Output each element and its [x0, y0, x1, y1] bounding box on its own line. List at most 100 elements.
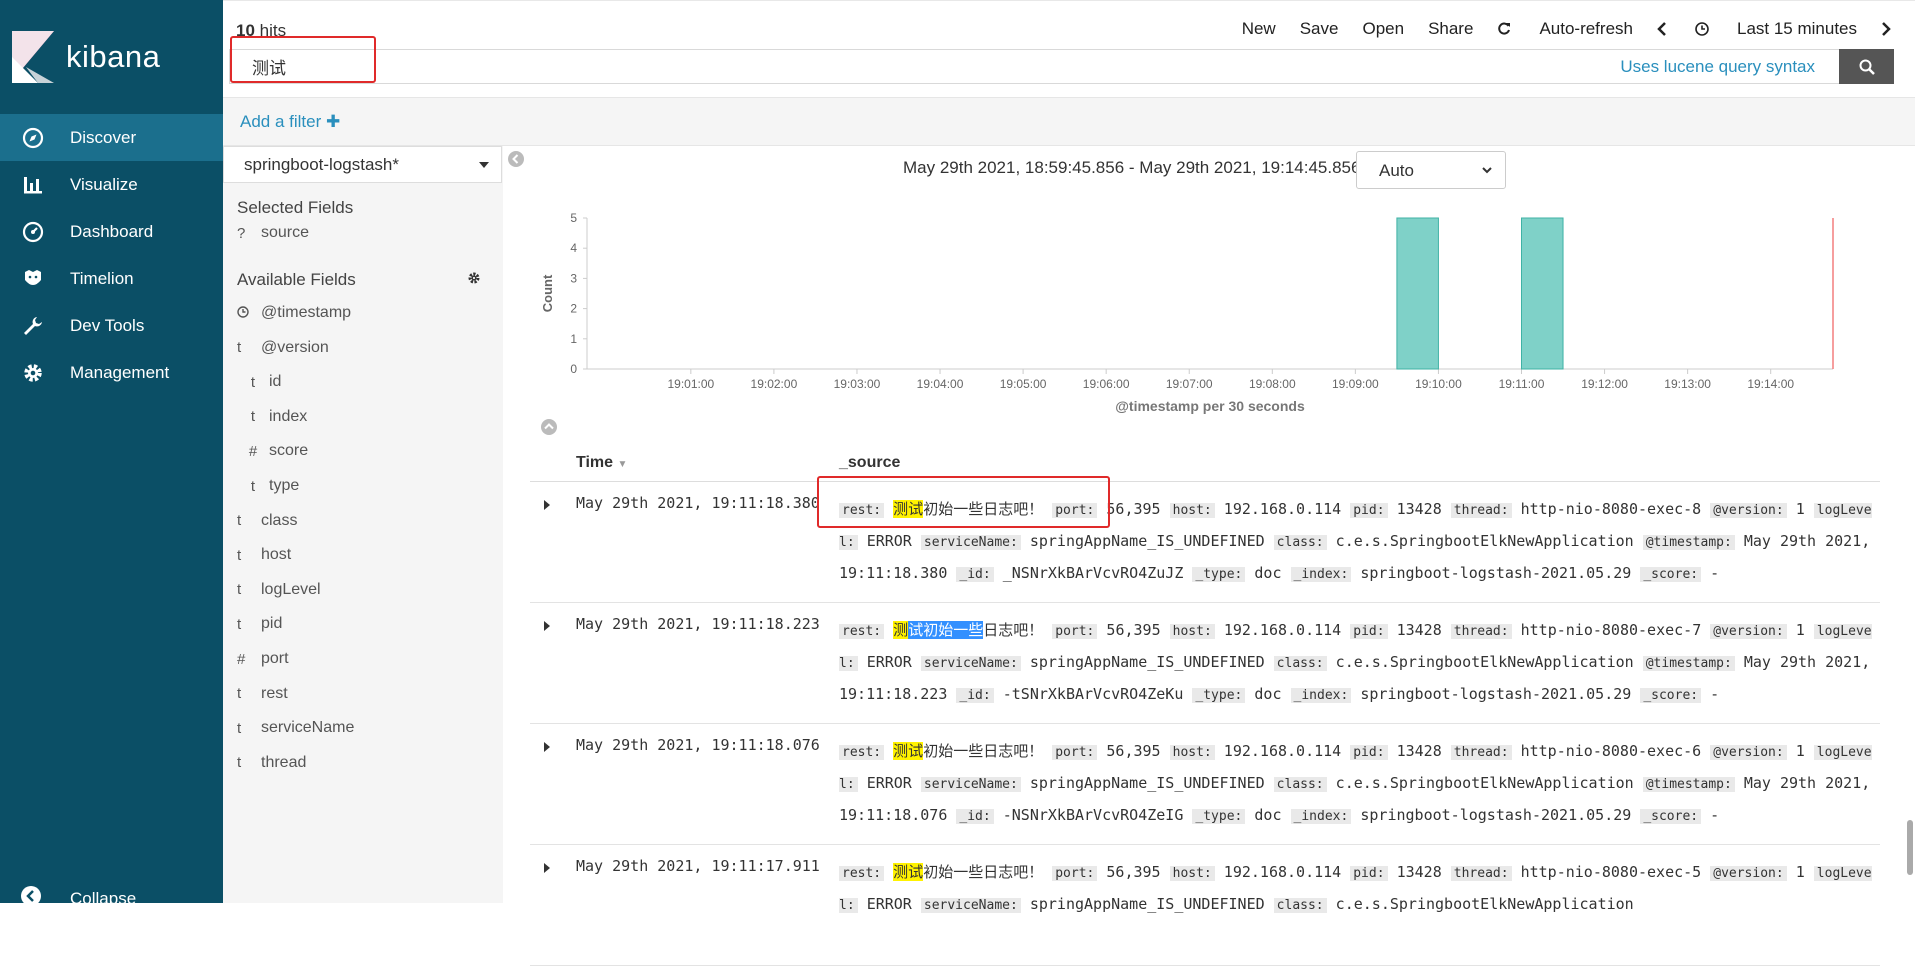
table-row: May 29th 2021, 19:11:17.911 rest: 测试初始一些日… [530, 845, 1880, 966]
time-prev-button[interactable] [1657, 19, 1671, 39]
source-value-index: springboot-logstash-2021.05.29 [1360, 806, 1632, 824]
row-time: May 29th 2021, 19:11:18.076 [576, 736, 820, 754]
query-bar: Uses lucene query syntax [229, 49, 1894, 84]
source-key: @version: [1710, 866, 1787, 881]
source-value-port: 56,395 [1106, 742, 1161, 760]
nav-item-discover[interactable]: Discover [0, 114, 223, 161]
field-name: logLevel [261, 580, 321, 598]
auto-refresh-label: Auto-refresh [1539, 19, 1633, 38]
vertical-scrollbar[interactable] [1907, 820, 1913, 875]
kibana-logo[interactable]: kibana [0, 0, 223, 114]
source-key: _id: [956, 809, 994, 824]
field-port[interactable]: # port [237, 647, 289, 671]
nav-item-visualize[interactable]: Visualize [0, 161, 223, 208]
timelion-icon [20, 267, 46, 291]
field-name: score [269, 442, 309, 460]
field-sidebar: springboot-logstash* Selected Fields ? so… [223, 146, 503, 903]
source-value-servicename: springAppName_IS_UNDEFINED [1029, 532, 1265, 550]
source-key: class: [1273, 777, 1327, 792]
x-tick-label: 19:03:00 [834, 377, 881, 391]
filter-bar: Add a filter ✚ [223, 97, 1915, 146]
auto-refresh-button[interactable]: Auto-refresh [1497, 19, 1633, 39]
source-value-servicename: springAppName_IS_UNDEFINED [1029, 653, 1265, 671]
nav-item-timelion[interactable]: Timelion [0, 255, 223, 302]
time-picker-label: Last 15 minutes [1736, 19, 1857, 38]
nav-item-dashboard[interactable]: Dashboard [0, 208, 223, 255]
source-column-header: _source [839, 454, 901, 471]
source-value-thread: http-nio-8080-exec-7 [1520, 621, 1702, 639]
query-input[interactable] [230, 50, 1580, 83]
source-key: _type: [1192, 688, 1246, 703]
document-table: Time ▼ _source May 29th 2021, 19:11:18.3… [530, 448, 1880, 966]
x-tick-label: 19:12:00 [1581, 377, 1628, 391]
field-thread[interactable]: t thread [237, 751, 306, 775]
add-filter-label: Add a filter [240, 112, 322, 131]
source-value-host: 192.168.0.114 [1223, 863, 1342, 881]
expand-row-caret-icon[interactable] [544, 742, 550, 752]
nav-item-management[interactable]: Management [0, 349, 223, 396]
y-axis-label: Count [540, 274, 555, 312]
index-pattern-select[interactable]: springboot-logstash* [223, 146, 502, 183]
field-type[interactable]: t type [237, 474, 299, 498]
share-button[interactable]: Share [1428, 19, 1473, 39]
collapse-sidebar-button[interactable] [507, 150, 525, 173]
field-version[interactable]: t @version [237, 336, 329, 360]
field-id[interactable]: t id [237, 370, 282, 394]
field-timestamp[interactable]: @timestamp [237, 301, 351, 325]
source-value-version: 1 [1795, 742, 1805, 760]
field-rest[interactable]: t rest [237, 682, 288, 706]
field-logLevel[interactable]: t logLevel [237, 578, 321, 602]
time-next-button[interactable] [1881, 19, 1895, 39]
search-button[interactable] [1839, 49, 1894, 84]
interval-select[interactable]: Auto [1356, 151, 1506, 189]
field-index[interactable]: t index [237, 405, 307, 429]
source-value-score: - [1710, 564, 1720, 582]
field-settings-gear-icon[interactable] [467, 270, 481, 290]
side-nav: kibana Discover Visualize Dashboard Timelio… [0, 0, 223, 908]
field-class[interactable]: t class [237, 509, 297, 533]
expand-row-caret-icon[interactable] [544, 863, 550, 873]
add-filter-button[interactable]: Add a filter ✚ [240, 112, 340, 132]
field-source[interactable]: ? source [237, 221, 309, 245]
open-button[interactable]: Open [1362, 19, 1404, 39]
field-serviceName[interactable]: t serviceName [237, 716, 354, 740]
selected-text: 试初始一些 [908, 621, 984, 639]
time-column-header[interactable]: Time ▼ [576, 454, 627, 472]
expand-row-caret-icon[interactable] [544, 621, 550, 631]
x-axis-label: @timestamp per 30 seconds [1115, 398, 1305, 414]
source-key: thread: [1450, 745, 1512, 760]
lucene-syntax-link[interactable]: Uses lucene query syntax [1620, 57, 1815, 77]
new-button[interactable]: New [1242, 19, 1276, 39]
source-value-class: c.e.s.SpringbootElkNewApplication [1335, 895, 1634, 913]
field-type-icon: t [237, 719, 242, 737]
query-match-highlight: 测 [893, 621, 909, 639]
source-key: thread: [1450, 503, 1512, 518]
x-tick-label: 19:14:00 [1747, 377, 1794, 391]
field-name: index [269, 407, 308, 425]
field-type-icon: t [237, 754, 242, 772]
field-pid[interactable]: t pid [237, 612, 282, 636]
source-value-port: 56,395 [1106, 621, 1161, 639]
field-host[interactable]: t host [237, 543, 291, 567]
source-value-loglevel: ERROR [866, 895, 912, 913]
histogram-bar [1521, 217, 1564, 370]
source-key: rest: [839, 745, 885, 760]
y-tick-label: 2 [570, 302, 577, 316]
expand-row-caret-icon[interactable] [544, 500, 550, 510]
source-value-class: c.e.s.SpringbootElkNewApplication [1335, 653, 1634, 671]
collapse-nav-button[interactable]: Collapse [20, 885, 136, 912]
source-key: @version: [1710, 745, 1787, 760]
row-time: May 29th 2021, 19:11:17.911 [576, 857, 820, 875]
nav-item-dev-tools[interactable]: Dev Tools [0, 302, 223, 349]
save-button[interactable]: Save [1300, 19, 1339, 39]
time-picker-button[interactable]: Last 15 minutes [1695, 19, 1857, 39]
x-tick-label: 19:09:00 [1332, 377, 1379, 391]
source-key: _score: [1640, 567, 1702, 582]
x-tick-label: 19:10:00 [1415, 377, 1462, 391]
scroll-to-top-button[interactable] [540, 418, 558, 441]
field-score[interactable]: # score [237, 439, 308, 463]
source-value-rest: 初始一些日志吧！ [923, 863, 1044, 881]
x-tick-label: 19:04:00 [917, 377, 964, 391]
source-value-index: springboot-logstash-2021.05.29 [1360, 564, 1632, 582]
sort-caret-icon: ▼ [617, 459, 628, 470]
